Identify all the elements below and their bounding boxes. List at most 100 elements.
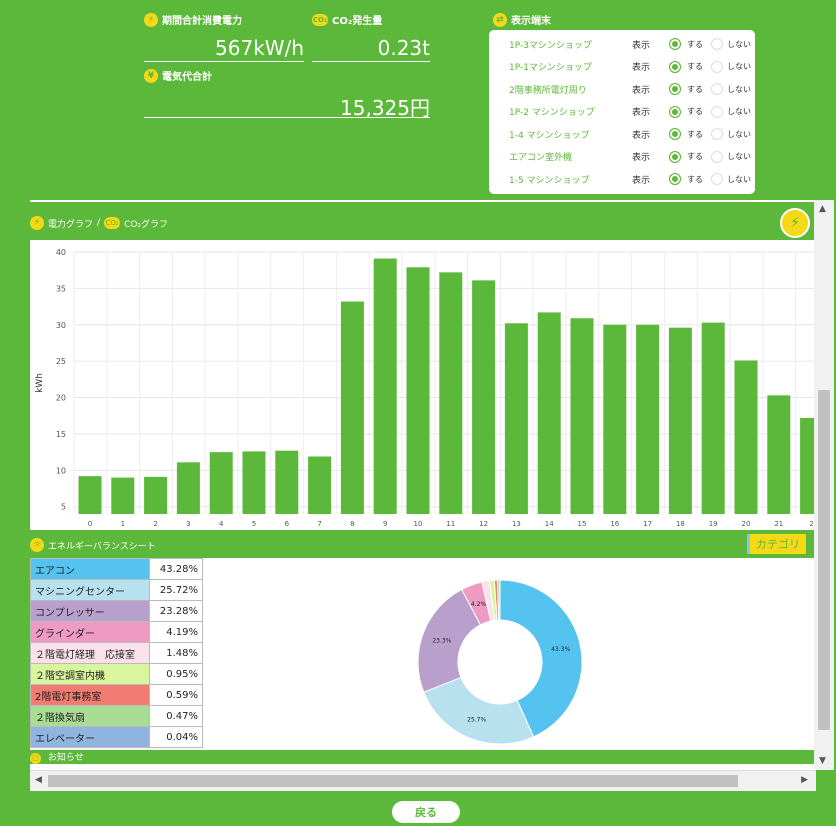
x-tick-label: 2 bbox=[153, 520, 157, 528]
x-tick-label: 18 bbox=[676, 520, 685, 528]
scroll-right-icon[interactable]: ▶ bbox=[801, 775, 808, 785]
x-tick-label: 6 bbox=[285, 520, 290, 528]
horizontal-scroll-thumb[interactable] bbox=[48, 775, 738, 787]
vertical-scrollbar[interactable]: ▲ ▼ bbox=[814, 200, 834, 770]
radio-off[interactable] bbox=[711, 105, 723, 118]
scroll-left-icon[interactable]: ◀ bbox=[35, 775, 42, 785]
bar bbox=[78, 476, 102, 514]
radio-off[interactable] bbox=[711, 128, 723, 140]
x-tick-label: 13 bbox=[512, 520, 521, 528]
radio-on[interactable] bbox=[669, 60, 681, 73]
category-name: マシニングセンター bbox=[30, 579, 150, 601]
donut-slice bbox=[423, 676, 535, 745]
power-label: 期間合計消費電力 bbox=[162, 16, 242, 27]
bar bbox=[439, 272, 463, 514]
x-tick-label: 20 bbox=[742, 520, 751, 528]
graph-toggle-button[interactable]: ⚡ bbox=[780, 208, 810, 238]
tab-power-graph[interactable]: 電力グラフ bbox=[48, 217, 93, 230]
y-tick-label: 15 bbox=[56, 430, 66, 439]
radio-on-label: する bbox=[687, 129, 703, 139]
notice-icon: □ bbox=[30, 752, 41, 764]
category-percent: 43.28% bbox=[149, 558, 203, 580]
tab-co2-graph[interactable]: CO₂グラフ bbox=[124, 217, 168, 230]
radio-on[interactable] bbox=[669, 105, 681, 118]
x-tick-label: 21 bbox=[774, 520, 783, 528]
radio-off-label: しない bbox=[727, 62, 751, 71]
device-name: 1-4 マシンショップ bbox=[509, 130, 590, 141]
radio-on[interactable] bbox=[669, 150, 681, 163]
radio-on[interactable] bbox=[669, 173, 681, 185]
bar bbox=[636, 324, 660, 514]
bar bbox=[504, 323, 528, 514]
scroll-down-icon[interactable]: ▼ bbox=[819, 756, 826, 766]
table-row: コンプレッサー 23.28% bbox=[30, 600, 203, 622]
radio-on[interactable] bbox=[669, 83, 681, 95]
notice-bar: □ お知らせ bbox=[30, 750, 816, 764]
donut-label: 25.7% bbox=[467, 716, 486, 723]
back-button[interactable]: 戻る bbox=[392, 801, 460, 823]
bar bbox=[603, 324, 627, 514]
device-row: 1P-3マシンショップ 表示 する しない bbox=[489, 35, 755, 53]
radio-off-label: しない bbox=[727, 174, 751, 184]
devices-header: ⇄ 表示端末 bbox=[493, 12, 551, 27]
co2-label: CO₂発生量 bbox=[332, 16, 383, 27]
device-icon: ⇄ bbox=[493, 12, 507, 27]
y-tick-label: 40 bbox=[56, 248, 66, 257]
radio-off[interactable] bbox=[711, 173, 723, 185]
radio-off[interactable] bbox=[711, 83, 723, 95]
device-row: 1P-2 マシンショップ 表示 する しない bbox=[489, 103, 755, 121]
radio-off[interactable] bbox=[711, 38, 723, 50]
display-label: 表示 bbox=[632, 40, 651, 51]
device-row: エアコン室外機 表示 する しない bbox=[489, 148, 755, 166]
balance-table: エアコン 43.28% マシニングセンター 25.72% コンプレッサー 23.28% グラ… bbox=[30, 558, 203, 748]
category-percent: 0.59% bbox=[149, 684, 203, 706]
notice-title: お知らせ bbox=[47, 753, 84, 763]
bar bbox=[570, 318, 594, 514]
device-list: 1P-3マシンショップ 表示 する しない 1P-1マシンショップ 表示 する しない 2階事務… bbox=[489, 30, 755, 194]
table-row: 2階電灯事務室 0.59% bbox=[30, 684, 203, 706]
radio-off[interactable] bbox=[711, 150, 723, 163]
category-percent: 0.47% bbox=[149, 705, 203, 727]
cost-label: 電気代合計 bbox=[162, 72, 212, 83]
radio-off-label: しない bbox=[727, 39, 751, 49]
radio-off-label: しない bbox=[727, 152, 751, 161]
y-axis-label: kWh bbox=[35, 373, 45, 393]
vertical-scroll-thumb[interactable] bbox=[818, 390, 830, 730]
radio-off[interactable] bbox=[711, 60, 723, 73]
cloud-icon: CO₂ bbox=[104, 217, 121, 229]
device-row: 2階事務所電灯周り 表示 する しない bbox=[489, 80, 755, 98]
radio-on-label: する bbox=[687, 84, 703, 94]
bar bbox=[701, 322, 725, 514]
radio-on[interactable] bbox=[669, 128, 681, 140]
category-button[interactable]: カテゴリ bbox=[747, 534, 806, 554]
horizontal-scrollbar[interactable]: ◀ ▶ bbox=[30, 770, 816, 791]
display-label: 表示 bbox=[632, 153, 651, 163]
x-tick-label: 10 bbox=[414, 520, 423, 528]
bolt-icon: ⚡ bbox=[790, 215, 800, 231]
scroll-up-icon[interactable]: ▲ bbox=[819, 204, 826, 214]
balance-header: ☼ エネルギーバランスシート カテゴリ bbox=[30, 530, 816, 558]
y-tick-label: 5 bbox=[61, 503, 66, 512]
radio-on[interactable] bbox=[669, 38, 681, 50]
balance-title-wrap: ☼ エネルギーバランスシート bbox=[30, 538, 156, 552]
display-label: 表示 bbox=[632, 85, 651, 96]
radio-off-label: しない bbox=[727, 107, 751, 116]
y-tick-label: 10 bbox=[56, 466, 66, 475]
bar bbox=[275, 450, 299, 514]
radio-off-label: しない bbox=[727, 84, 751, 94]
x-tick-label: 16 bbox=[610, 520, 619, 528]
y-tick-label: 35 bbox=[56, 284, 66, 293]
radio-on-label: する bbox=[687, 39, 703, 49]
device-name: 2階事務所電灯周り bbox=[509, 85, 587, 96]
cost-underline bbox=[144, 117, 430, 118]
donut-label: 43.3% bbox=[551, 646, 570, 653]
bar bbox=[734, 360, 758, 514]
category-percent: 25.72% bbox=[149, 579, 203, 601]
device-name: 1-5 マシンショップ bbox=[509, 175, 590, 186]
bar bbox=[111, 477, 135, 514]
x-tick-label: 0 bbox=[88, 520, 92, 528]
graph-title: ⚡ 電力グラフ / CO₂ CO₂グラフ bbox=[30, 216, 168, 230]
radio-on-label: する bbox=[687, 62, 703, 71]
category-name: ２階電灯経理 応接室 bbox=[30, 642, 150, 664]
x-tick-label: 8 bbox=[350, 520, 354, 528]
